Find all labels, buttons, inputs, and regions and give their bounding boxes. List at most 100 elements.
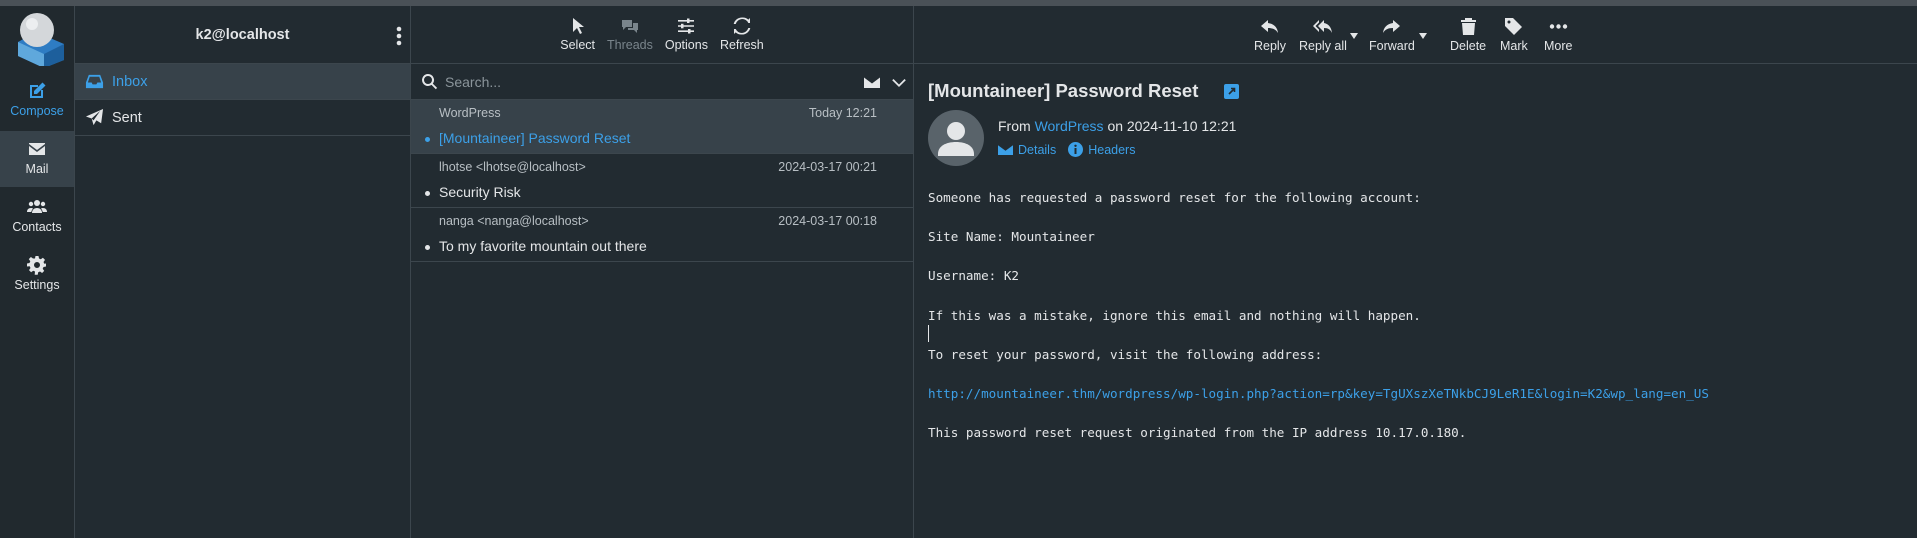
message-from: lhotse <lhotse@localhost> bbox=[439, 160, 586, 174]
contacts-icon bbox=[27, 200, 47, 213]
forward-label: Forward bbox=[1369, 39, 1415, 53]
taskmenu-compose[interactable]: Compose bbox=[0, 73, 74, 129]
compose-icon bbox=[30, 82, 46, 98]
reply-all-button[interactable]: Reply all bbox=[1299, 6, 1347, 64]
folder-inbox[interactable]: Inbox bbox=[75, 64, 410, 100]
message-status-dot bbox=[425, 245, 430, 250]
forward-button[interactable]: Forward bbox=[1369, 6, 1415, 64]
message-subject: [Mountaineer] Password Reset bbox=[439, 130, 631, 146]
threads-button[interactable]: Threads bbox=[601, 6, 659, 64]
trash-icon bbox=[1460, 18, 1476, 35]
header-links: Details Headers bbox=[998, 142, 1147, 157]
select-button[interactable]: Select bbox=[554, 6, 601, 64]
taskmenu-contacts[interactable]: Contacts bbox=[0, 189, 74, 245]
open-in-new-window-icon[interactable] bbox=[1224, 84, 1239, 99]
text-cursor bbox=[928, 325, 929, 342]
headers-link[interactable]: Headers bbox=[1068, 142, 1135, 157]
message-row[interactable]: lhotse <lhotse@localhost> 2024-03-17 00:… bbox=[411, 154, 913, 208]
mark-button[interactable]: Mark bbox=[1500, 6, 1528, 64]
forward-dropdown-icon[interactable] bbox=[1419, 33, 1427, 39]
kebab-menu-icon[interactable] bbox=[396, 26, 402, 46]
reply-label: Reply bbox=[1254, 39, 1286, 53]
envelope-icon[interactable] bbox=[863, 74, 881, 90]
message-row[interactable]: WordPress Today 12:21 [Mountaineer] Pass… bbox=[411, 100, 913, 154]
inbox-icon bbox=[85, 74, 104, 89]
options-label: Options bbox=[664, 38, 708, 52]
folders-header: k2@localhost bbox=[75, 6, 410, 64]
folder-label: Inbox bbox=[112, 73, 148, 90]
more-button[interactable]: More bbox=[1544, 6, 1572, 64]
message-from: WordPress bbox=[439, 106, 501, 120]
details-link[interactable]: Details bbox=[998, 142, 1056, 157]
mail-icon bbox=[29, 143, 45, 155]
folder-panel: k2@localhost Inbox Sent bbox=[75, 6, 411, 538]
headers-label: Headers bbox=[1088, 142, 1136, 157]
reply-button[interactable]: Reply bbox=[1254, 6, 1286, 64]
search-icon bbox=[422, 74, 438, 90]
delete-button[interactable]: Delete bbox=[1450, 6, 1486, 64]
settings-icon bbox=[27, 256, 46, 275]
account-name: k2@localhost bbox=[195, 26, 290, 43]
message-subject: Security Risk bbox=[439, 184, 521, 200]
list-toolbar: Select Threads Options Refresh bbox=[411, 6, 913, 64]
roundcube-logo bbox=[18, 13, 64, 66]
threads-label: Threads bbox=[607, 38, 653, 52]
details-label: Details bbox=[1018, 142, 1057, 157]
refresh-label: Refresh bbox=[719, 38, 764, 52]
reply-all-icon bbox=[1313, 20, 1333, 33]
tag-icon bbox=[1505, 18, 1523, 35]
info-icon bbox=[1068, 142, 1084, 157]
message-view-panel: Reply Reply all Forward Delete Mark More… bbox=[914, 6, 1917, 538]
reset-password-link[interactable]: http://mountaineer.thm/wordpress/wp-logi… bbox=[928, 384, 1908, 404]
options-button[interactable]: Options bbox=[659, 6, 714, 64]
app: Compose Mail Contacts Settings k2@localh… bbox=[0, 6, 1917, 538]
from-prefix: From bbox=[998, 118, 1031, 134]
message-status-dot bbox=[425, 191, 430, 196]
body-line: This password reset request originated f… bbox=[928, 425, 1467, 441]
folder-label: Sent bbox=[112, 109, 142, 126]
message-subject-title: [Mountaineer] Password Reset bbox=[928, 80, 1199, 101]
body-line: Someone has requested a password reset f… bbox=[928, 190, 1421, 205]
from-line: From WordPress on 2024-11-10 12:21 bbox=[998, 118, 1236, 134]
folder-sent[interactable]: Sent bbox=[75, 100, 410, 136]
refresh-button[interactable]: Refresh bbox=[714, 6, 770, 64]
taskmenu-label: Contacts bbox=[12, 220, 62, 234]
sender-link[interactable]: WordPress bbox=[1035, 118, 1104, 134]
mark-label: Mark bbox=[1500, 39, 1528, 53]
taskmenu-mail[interactable]: Mail bbox=[0, 131, 74, 187]
message-date: 2024-03-17 00:18 bbox=[778, 214, 877, 228]
refresh-icon bbox=[733, 17, 751, 35]
message-date: 2024-03-17 00:21 bbox=[778, 160, 877, 174]
reply-icon bbox=[1261, 20, 1279, 33]
taskmenu-label: Settings bbox=[14, 278, 60, 292]
message-list-panel: Select Threads Options Refresh WordPress bbox=[411, 6, 914, 538]
sent-icon bbox=[85, 108, 104, 126]
body-line: Username: K2 bbox=[928, 268, 1019, 284]
message-subject: To my favorite mountain out there bbox=[439, 238, 647, 254]
task-menu: Compose Mail Contacts Settings bbox=[0, 6, 75, 538]
taskmenu-label: Mail bbox=[25, 162, 49, 176]
message-toolbar: Reply Reply all Forward Delete Mark More bbox=[914, 6, 1917, 64]
envelope-icon bbox=[998, 144, 1013, 155]
reply-all-label: Reply all bbox=[1299, 39, 1347, 53]
body-line: To reset your password, visit the follow… bbox=[928, 346, 1323, 362]
select-label: Select bbox=[560, 38, 595, 52]
message-body: Someone has requested a password reset f… bbox=[928, 188, 1908, 462]
reply-all-dropdown-icon[interactable] bbox=[1350, 33, 1358, 39]
message-date: Today 12:21 bbox=[808, 106, 877, 120]
forward-icon bbox=[1383, 20, 1401, 33]
search-input[interactable] bbox=[445, 68, 845, 96]
delete-label: Delete bbox=[1450, 39, 1487, 53]
more-label: More bbox=[1544, 39, 1573, 53]
more-icon bbox=[1549, 24, 1567, 29]
chevron-down-icon[interactable] bbox=[892, 75, 906, 89]
body-line: If this was a mistake, ignore this email… bbox=[928, 307, 1421, 323]
taskmenu-label: Compose bbox=[10, 104, 64, 118]
search-bar bbox=[411, 64, 913, 100]
message-from: nanga <nanga@localhost> bbox=[439, 214, 589, 228]
message-status-dot bbox=[425, 137, 430, 142]
message-row[interactable]: nanga <nanga@localhost> 2024-03-17 00:18… bbox=[411, 208, 913, 262]
cursor-icon bbox=[572, 18, 584, 34]
body-line: Site Name: Mountaineer bbox=[928, 229, 1095, 245]
taskmenu-settings[interactable]: Settings bbox=[0, 247, 74, 303]
